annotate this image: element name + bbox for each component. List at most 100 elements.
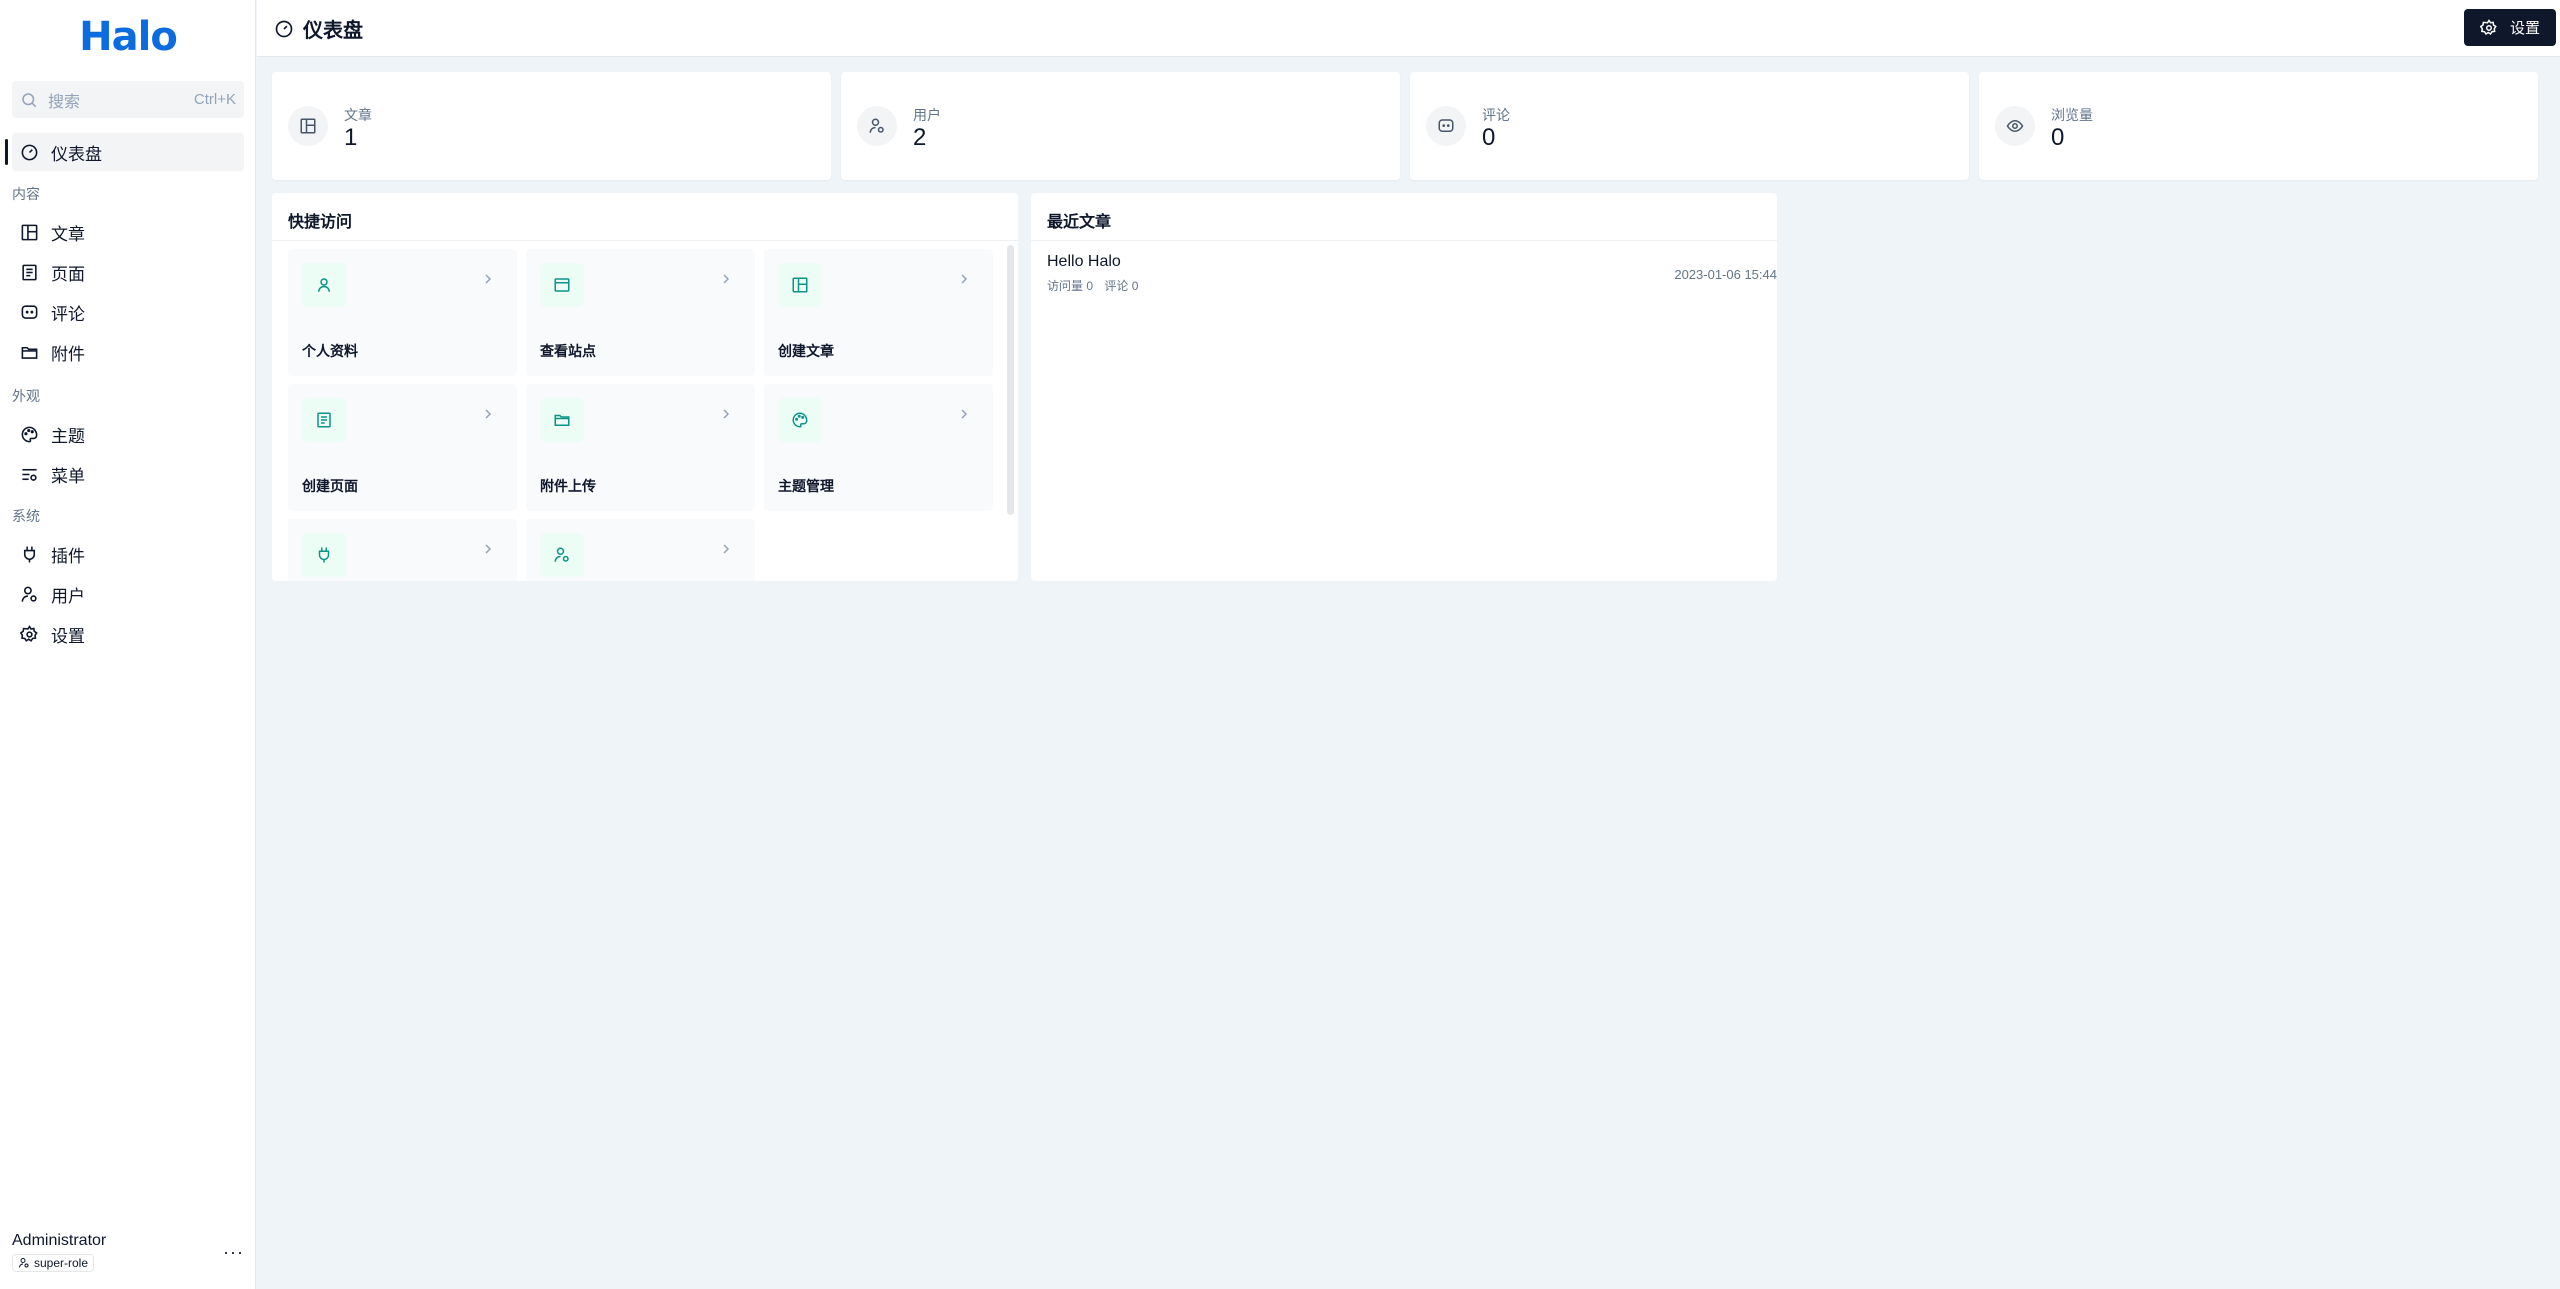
palette-icon [778, 398, 822, 442]
user-name: Administrator [12, 1232, 107, 1249]
stat-card-users: 用户 2 [841, 72, 1400, 180]
chevron-right-icon [723, 544, 730, 554]
sidebar-item-settings[interactable]: 设置 [12, 615, 244, 653]
quick-access-profile[interactable]: 个人资料 [288, 249, 517, 376]
pages-icon [20, 263, 39, 282]
posts-icon [20, 223, 39, 242]
stat-value: 1 [344, 124, 358, 151]
user-gear-icon [540, 533, 584, 577]
sidebar-item-attachments[interactable]: 附件 [12, 333, 244, 371]
search-icon [22, 92, 37, 107]
sidebar: Halo 搜索 Ctrl+K 仪表盘 内容 文章 页面 评论 附件 外观 主题 … [0, 0, 256, 1289]
quick-access-label: 主题管理 [778, 478, 834, 494]
user-icon [19, 1258, 29, 1268]
page-title-text: 仪表盘 [303, 20, 363, 42]
sidebar-item-label: 设置 [51, 626, 85, 646]
folder-icon [20, 343, 39, 362]
sidebar-item-plugins[interactable]: 插件 [12, 535, 244, 573]
stat-card-posts: 文章 1 [272, 72, 831, 180]
sidebar-item-pages[interactable]: 页面 [12, 253, 244, 291]
chevron-right-icon [961, 274, 968, 284]
quick-access-label: 创建页面 [302, 478, 358, 494]
quick-access-label: 附件上传 [540, 478, 596, 494]
dashboard-icon [275, 20, 293, 37]
sidebar-item-dashboard[interactable]: 仪表盘 [5, 133, 244, 171]
sidebar-item-posts[interactable]: 文章 [12, 213, 244, 251]
palette-icon [20, 425, 39, 444]
site-icon [540, 263, 584, 307]
menu-settings-icon [20, 465, 39, 484]
quick-access-themes[interactable]: 主题管理 [764, 384, 993, 511]
folder-icon [540, 398, 584, 442]
posts-icon [288, 106, 328, 146]
stat-value: 0 [2051, 124, 2065, 151]
dashboard-settings-button[interactable]: 设置 [2464, 9, 2556, 46]
post-icon [778, 263, 822, 307]
search-shortcut: Ctrl+K [193, 91, 236, 108]
plug-icon [20, 545, 39, 564]
quick-access-new-page[interactable]: 创建页面 [288, 384, 517, 511]
quick-access-view-site[interactable]: 查看站点 [526, 249, 755, 376]
chevron-right-icon [485, 544, 492, 554]
settings-button-label: 设置 [2509, 20, 2540, 37]
search-input[interactable]: 搜索 Ctrl+K [12, 81, 244, 118]
more-options-button[interactable]: ··· [223, 1242, 244, 1263]
sidebar-item-users[interactable]: 用户 [12, 575, 244, 613]
quick-access-label: 个人资料 [302, 343, 358, 359]
sidebar-item-label: 仪表盘 [51, 144, 102, 164]
page-header: 仪表盘 设置 [257, 0, 2560, 57]
dashboard-icon [20, 143, 39, 162]
user-gear-icon [20, 585, 39, 604]
comments-icon [1426, 106, 1466, 146]
user-icon [302, 263, 346, 307]
post-comments: 评论 0 [1104, 279, 1139, 293]
user-profile: Administrator super-role ··· [12, 1232, 244, 1274]
chevron-right-icon [723, 274, 730, 284]
post-date: 2023-01-06 15:44 [1674, 267, 1777, 282]
page-icon [302, 398, 346, 442]
sidebar-item-label: 文章 [51, 224, 85, 244]
page-title: 仪表盘 [274, 14, 363, 43]
stat-label: 评论 [1482, 107, 1510, 123]
comments-icon [20, 303, 39, 322]
panel-title: 最近文章 [1047, 214, 1112, 231]
sidebar-item-label: 附件 [51, 344, 85, 364]
stat-card-comments: 评论 0 [1410, 72, 1969, 180]
post-title[interactable]: Hello Halo [1047, 253, 1777, 271]
quick-access-new-post[interactable]: 创建文章 [764, 249, 993, 376]
recent-posts-panel: 最近文章 Hello Halo 访问量 0 评论 0 2023-01-06 15… [1031, 193, 1777, 581]
quick-access-panel: 快捷访问 个人资料 查看站点 创建文章 创建页面 附件上传 主题管理 [272, 193, 1018, 581]
stat-card-views: 浏览量 0 [1979, 72, 2538, 180]
list-item[interactable]: Hello Halo 访问量 0 评论 0 2023-01-06 15:44 [1047, 253, 1777, 294]
role-label: super-role [34, 1256, 89, 1270]
nav-group-content: 内容 [12, 186, 40, 202]
sidebar-item-menus[interactable]: 菜单 [12, 455, 244, 493]
chevron-right-icon [723, 409, 730, 419]
divider [1031, 240, 1777, 241]
chevron-right-icon [485, 274, 492, 284]
quick-access-users[interactable] [526, 519, 755, 581]
chevron-right-icon [485, 409, 492, 419]
users-icon [857, 106, 897, 146]
chevron-right-icon [961, 409, 968, 419]
plug-icon [302, 533, 346, 577]
scrollbar[interactable] [1007, 245, 1014, 515]
gear-icon [20, 624, 39, 644]
post-meta: 访问量 0 评论 0 [1047, 277, 1777, 294]
sidebar-item-comments[interactable]: 评论 [12, 293, 244, 331]
stat-label: 文章 [344, 107, 372, 123]
stat-value: 0 [1482, 124, 1496, 151]
role-badge: super-role [12, 1254, 95, 1272]
quick-access-upload[interactable]: 附件上传 [526, 384, 755, 511]
stat-label: 用户 [913, 107, 941, 123]
gear-icon [2479, 18, 2497, 35]
post-visits: 访问量 0 [1047, 279, 1094, 293]
panel-title: 快捷访问 [288, 214, 353, 231]
sidebar-item-themes[interactable]: 主题 [12, 415, 244, 453]
halo-logo[interactable]: Halo [0, 14, 256, 60]
stat-label: 浏览量 [2051, 107, 2093, 123]
quick-access-label: 查看站点 [540, 343, 596, 359]
quick-access-plugins[interactable] [288, 519, 517, 581]
nav-group-appearance: 外观 [12, 388, 40, 404]
quick-access-grid: 个人资料 查看站点 创建文章 创建页面 附件上传 主题管理 [272, 241, 1017, 581]
